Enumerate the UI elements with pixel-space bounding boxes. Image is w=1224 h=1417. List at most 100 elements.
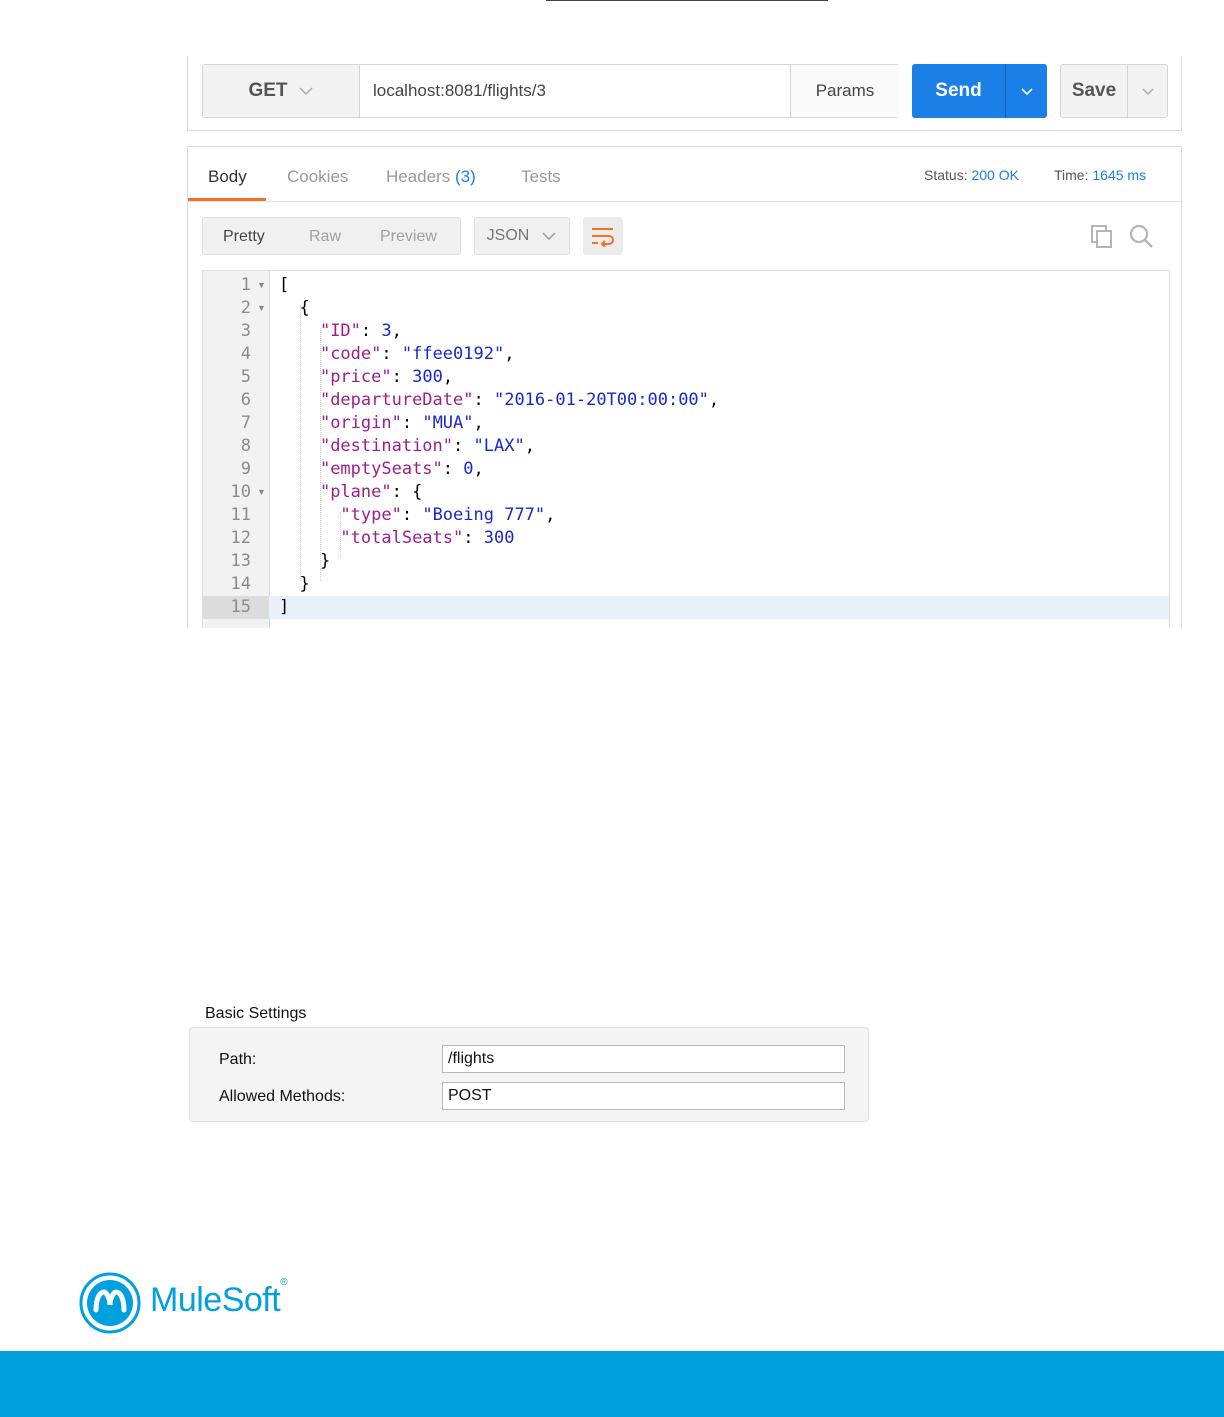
params-button[interactable]: Params [790, 65, 899, 117]
tab-tests[interactable]: Tests [521, 147, 561, 201]
chevron-down-icon [1142, 87, 1154, 95]
fold-arrow-icon[interactable]: ▼ [257, 297, 266, 320]
tab-headers-label: Headers [386, 167, 451, 186]
code-text: "totalSeats": 300 [340, 528, 515, 548]
send-label: Send [935, 80, 982, 101]
request-bar: GET localhost:8081/flights/3 Params Send… [187, 56, 1182, 131]
code-line: 11 "type": "Boeing 777", [203, 504, 1169, 527]
trademark: ® [280, 1276, 288, 1288]
json-value: "2016-01-20T00:00:00" [493, 390, 709, 410]
code-line: 10 ▼ "plane": { [203, 481, 1169, 504]
code-line: 3 "ID": 3, [203, 320, 1169, 343]
status-label: Status: [924, 167, 968, 183]
format-select[interactable]: JSON [474, 217, 570, 255]
save-label: Save [1071, 80, 1117, 101]
method-select[interactable]: GET [203, 65, 360, 117]
response-panel: Body Cookies Headers (3) Tests Status: 2… [187, 146, 1182, 628]
allowed-methods-field[interactable] [442, 1082, 845, 1110]
fold-arrow-icon[interactable]: ▼ [257, 274, 266, 297]
code-text: "origin": "MUA", [319, 413, 484, 433]
chevron-down-icon [1021, 87, 1033, 95]
brand-text: MuleSoft [150, 1281, 281, 1319]
json-key: "totalSeats" [340, 528, 464, 548]
time-label: Time: [1054, 167, 1089, 183]
fold-arrow-icon[interactable]: ▼ [257, 481, 266, 504]
json-key: "emptySeats" [319, 459, 443, 479]
status-value: 200 OK [971, 167, 1019, 183]
copy-icon[interactable] [1089, 223, 1115, 249]
basic-settings-panel: Path: Allowed Methods: [189, 1027, 869, 1122]
code-line: 7 "origin": "MUA", [203, 412, 1169, 435]
save-options-button[interactable] [1127, 65, 1168, 117]
send-button[interactable]: Send [912, 64, 1047, 118]
code-text: } [279, 574, 310, 594]
view-raw-button[interactable]: Raw [309, 218, 341, 254]
json-key: "departureDate" [319, 390, 474, 410]
line-number: 14 [230, 574, 251, 594]
chevron-down-icon [542, 232, 556, 241]
wrap-lines-icon [592, 228, 614, 247]
method-label: GET [248, 80, 288, 101]
mulesoft-logo-icon [79, 1272, 141, 1334]
code-text: "destination": "LAX", [319, 436, 535, 456]
format-label: JSON [486, 227, 530, 244]
time-value: 1645 ms [1092, 167, 1147, 183]
json-value: 300 [412, 367, 443, 387]
code-text: "emptySeats": 0, [319, 459, 484, 479]
code-line: 2 ▼ { [203, 297, 1169, 320]
code-text: [ [279, 275, 290, 295]
code-line: 13 } [203, 550, 1169, 573]
code-line: 4 "code": "ffee0192", [203, 343, 1169, 366]
code-line: 6 "departureDate": "2016-01-20T00:00:00"… [203, 389, 1169, 412]
code-text: "code": "ffee0192", [319, 344, 515, 364]
code-text: } [279, 551, 331, 571]
active-tab-indicator [188, 198, 266, 201]
headers-count: (3) [455, 167, 476, 186]
send-options-button[interactable] [1005, 64, 1048, 118]
code-line: 8 "destination": "LAX", [203, 435, 1169, 458]
json-key: "plane" [319, 482, 392, 502]
json-value: 0 [463, 459, 474, 479]
tab-cookies[interactable]: Cookies [287, 147, 348, 201]
json-value: 300 [483, 528, 515, 548]
wrap-lines-button[interactable] [583, 217, 623, 255]
line-number: 6 [240, 390, 251, 410]
path-label: Path: [219, 1051, 257, 1068]
json-value: "MUA" [422, 413, 474, 433]
url-input[interactable]: localhost:8081/flights/3 [373, 65, 546, 117]
status-info: Status: 200 OK [924, 147, 1019, 201]
json-value: "Boeing 777" [422, 505, 546, 525]
view-mode-switch: Pretty Raw Preview [202, 217, 461, 255]
request-url-group: GET localhost:8081/flights/3 Params [202, 64, 899, 118]
view-preview-button[interactable]: Preview [380, 218, 437, 254]
code-text: "price": 300, [319, 367, 454, 387]
save-button[interactable]: Save [1060, 64, 1168, 118]
code-line: 1 ▼ [ [203, 274, 1169, 297]
code-line: 14 } [203, 573, 1169, 596]
line-number: 7 [240, 413, 251, 433]
view-pretty-button[interactable]: Pretty [223, 218, 265, 254]
code-line: 5 "price": 300, [203, 366, 1169, 389]
line-number: 15 [203, 596, 269, 619]
tab-headers[interactable]: Headers (3) [386, 147, 476, 201]
line-number: 8 [240, 436, 251, 456]
line-number: 12 [230, 528, 251, 548]
json-key: "price" [319, 367, 392, 387]
footer-bar [0, 1351, 1224, 1417]
tab-body[interactable]: Body [208, 147, 247, 201]
path-field[interactable] [442, 1045, 845, 1073]
brand-name: MuleSoft® [150, 1277, 288, 1320]
time-info: Time: 1645 ms [1054, 147, 1146, 201]
json-key: "code" [319, 344, 382, 364]
settings-title: Basic Settings [205, 1005, 307, 1022]
json-key: "origin" [319, 413, 402, 433]
allowed-methods-label: Allowed Methods: [219, 1088, 346, 1105]
line-number: 3 [240, 321, 251, 341]
search-icon[interactable] [1128, 223, 1154, 249]
json-value: "LAX" [473, 436, 525, 456]
code-text: "plane": { [319, 482, 423, 502]
line-number: 5 [240, 367, 251, 387]
code-line: 12 "totalSeats": 300 [203, 527, 1169, 550]
response-body-editor[interactable]: 1 ▼ [ 2 ▼ { 3 "ID": 3, 4 "code": "ffee01… [202, 270, 1170, 628]
response-tabs: Body Cookies Headers (3) Tests Status: 2… [188, 147, 1181, 202]
